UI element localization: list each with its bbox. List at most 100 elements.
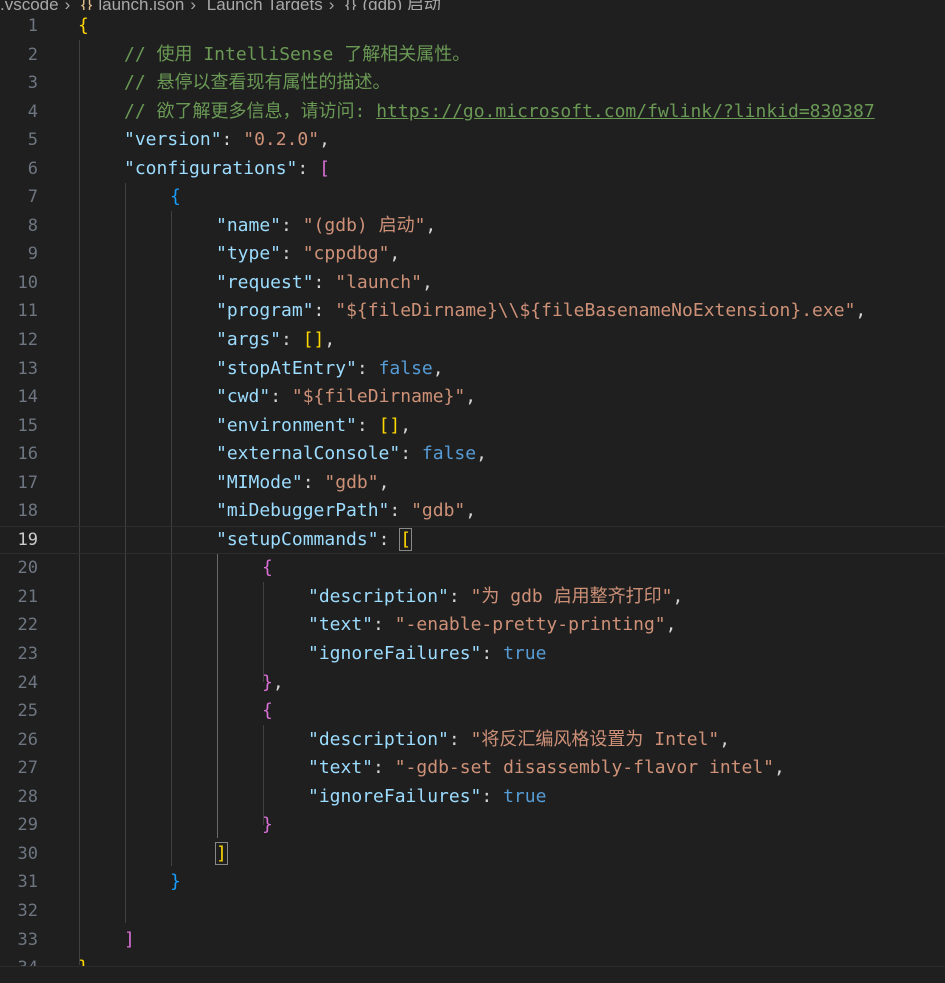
colon: : [448, 585, 471, 607]
code-line[interactable]: 16 "externalConsole": false, [0, 440, 945, 469]
code-line[interactable]: 31} [0, 868, 945, 897]
line-number: 4 [27, 101, 38, 122]
colon: : [313, 300, 336, 322]
json-key: "cwd" [216, 386, 271, 408]
code-line[interactable]: 26 "description": "将反汇编风格设置为 Intel", [0, 726, 945, 755]
json-string: "${fileDirname}\\${fileBasenameNoExtensi… [335, 300, 856, 322]
line-number: 13 [17, 358, 38, 379]
line-number: 19 [17, 529, 38, 550]
brace-close: } [262, 671, 273, 693]
comma: , [421, 271, 433, 293]
code-editor[interactable]: 1{ 2 // 使用 IntelliSense 了解相关属性。 3// 悬停以查看… [0, 12, 945, 983]
json-key: "miDebuggerPath" [216, 500, 390, 522]
code-line[interactable]: 17 "MIMode": "gdb", [0, 469, 945, 498]
code-line[interactable]: 13 "stopAtEntry": false, [0, 355, 945, 384]
json-string: "为 gdb 启用整齐打印" [470, 585, 673, 607]
breadcrumb-section[interactable]: Launch Targets [207, 0, 323, 10]
breadcrumb-folder[interactable]: .vscode [0, 0, 59, 10]
code-line[interactable]: 3 // 悬停以查看现有属性的描述。 [0, 69, 945, 98]
horizontal-scrollbar[interactable] [0, 966, 945, 983]
code-line[interactable]: 2 // 使用 IntelliSense 了解相关属性。 [0, 41, 945, 70]
code-line[interactable]: 22 "text": "-enable-pretty-printing", [0, 611, 945, 640]
code-line[interactable]: 29} [0, 811, 945, 840]
colon: : [373, 614, 395, 636]
comma: , [425, 214, 437, 236]
json-string: "gdb" [324, 471, 379, 493]
json-key: "description" [308, 728, 449, 750]
code-line[interactable]: 10 "request": "launch", [0, 269, 945, 298]
json-key: "name" [216, 214, 282, 236]
code-line[interactable]: 1{ [0, 12, 945, 41]
json-string: "(gdb) 启动" [302, 214, 426, 236]
colon: : [302, 471, 325, 493]
json-key: "text" [308, 757, 374, 779]
colon: : [356, 414, 379, 436]
brace-close: } [170, 871, 181, 893]
comma: , [476, 443, 487, 465]
line-number: 6 [27, 158, 38, 179]
url-link[interactable]: https://go.microsoft.com/fwlink/?linkid=… [376, 101, 875, 122]
json-boolean: false [421, 443, 477, 465]
comma: , [432, 357, 444, 379]
code-line[interactable]: 21 "description": "为 gdb 启用整齐打印", [0, 583, 945, 612]
json-key: "version" [124, 129, 222, 151]
json-key: "configurations" [124, 157, 298, 179]
line-number: 16 [17, 444, 38, 465]
line-number: 15 [17, 415, 38, 436]
code-line[interactable]: 32 [0, 897, 945, 926]
line-number: 10 [17, 272, 38, 293]
code-line[interactable]: 7{ [0, 183, 945, 212]
bracket-close: ] [124, 928, 135, 950]
line-number: 17 [17, 472, 38, 493]
colon: : [281, 243, 303, 265]
code-line[interactable]: 25 { [0, 697, 945, 726]
breadcrumb-item[interactable]: (gdb) 启动 [362, 0, 440, 10]
line-number: 31 [17, 872, 38, 893]
code-line[interactable]: 23 "ignoreFailures": true [0, 640, 945, 669]
comment: // 欲了解更多信息，请访问: [124, 100, 377, 122]
code-line[interactable]: 12 "args": [], [0, 326, 945, 355]
json-string: "-gdb-set disassembly-flavor intel" [394, 757, 775, 779]
colon: : [481, 785, 504, 807]
brace-close: } [262, 814, 273, 836]
code-line-current[interactable]: 19 "setupCommands": [ [0, 525, 945, 555]
code-line[interactable]: 24}, [0, 669, 945, 698]
line-number: 2 [27, 44, 38, 65]
json-string: "将反汇编风格设置为 Intel" [470, 728, 720, 750]
code-line[interactable]: 20 { [0, 554, 945, 583]
json-key: "text" [308, 614, 374, 636]
line-number: 7 [27, 187, 38, 208]
code-line[interactable]: 33] [0, 926, 945, 955]
line-number: 21 [17, 586, 38, 607]
json-key: "description" [308, 585, 449, 607]
comma: , [400, 414, 412, 436]
code-line[interactable]: 30] [0, 840, 945, 869]
code-line[interactable]: 4 // 欲了解更多信息，请访问: https://go.microsoft.co… [0, 98, 945, 127]
bracket-close-matched: ] [215, 841, 228, 865]
colon: : [270, 386, 292, 408]
code-line[interactable]: 28 "ignoreFailures": true [0, 783, 945, 812]
code-line[interactable]: 14 "cwd": "${fileDirname}", [0, 383, 945, 412]
code-line[interactable]: 8 "name": "(gdb) 启动", [0, 212, 945, 241]
code-line[interactable]: 15 "environment": [], [0, 412, 945, 441]
code-line[interactable]: 6 "configurations": [ [0, 155, 945, 184]
json-string: "-enable-pretty-printing" [394, 614, 666, 636]
code-line[interactable]: 18 "miDebuggerPath": "gdb", [0, 497, 945, 526]
colon: : [221, 129, 244, 151]
comment: // 使用 IntelliSense 了解相关属性。 [124, 43, 471, 65]
colon: : [389, 500, 412, 522]
comma: , [465, 500, 477, 522]
json-key: "setupCommands" [216, 528, 379, 550]
chevron-right-icon: › [328, 0, 335, 10]
line-number: 1 [27, 16, 38, 36]
breadcrumb: .vscode › {} launch.json › Launch Targets › … [0, 0, 945, 10]
line-number: 3 [27, 73, 38, 94]
code-line[interactable]: 11 "program": "${fileDirname}\\${fileBase… [0, 297, 945, 326]
breadcrumb-file[interactable]: launch.json [98, 0, 184, 10]
json-string: "cppdbg" [302, 243, 390, 265]
code-line[interactable]: 5 "version": "0.2.0", [0, 126, 945, 155]
code-line[interactable]: 27 "text": "-gdb-set disassembly-flavor i… [0, 754, 945, 783]
colon: : [378, 528, 401, 550]
colon: : [313, 271, 336, 293]
code-line[interactable]: 9 "type": "cppdbg", [0, 240, 945, 269]
